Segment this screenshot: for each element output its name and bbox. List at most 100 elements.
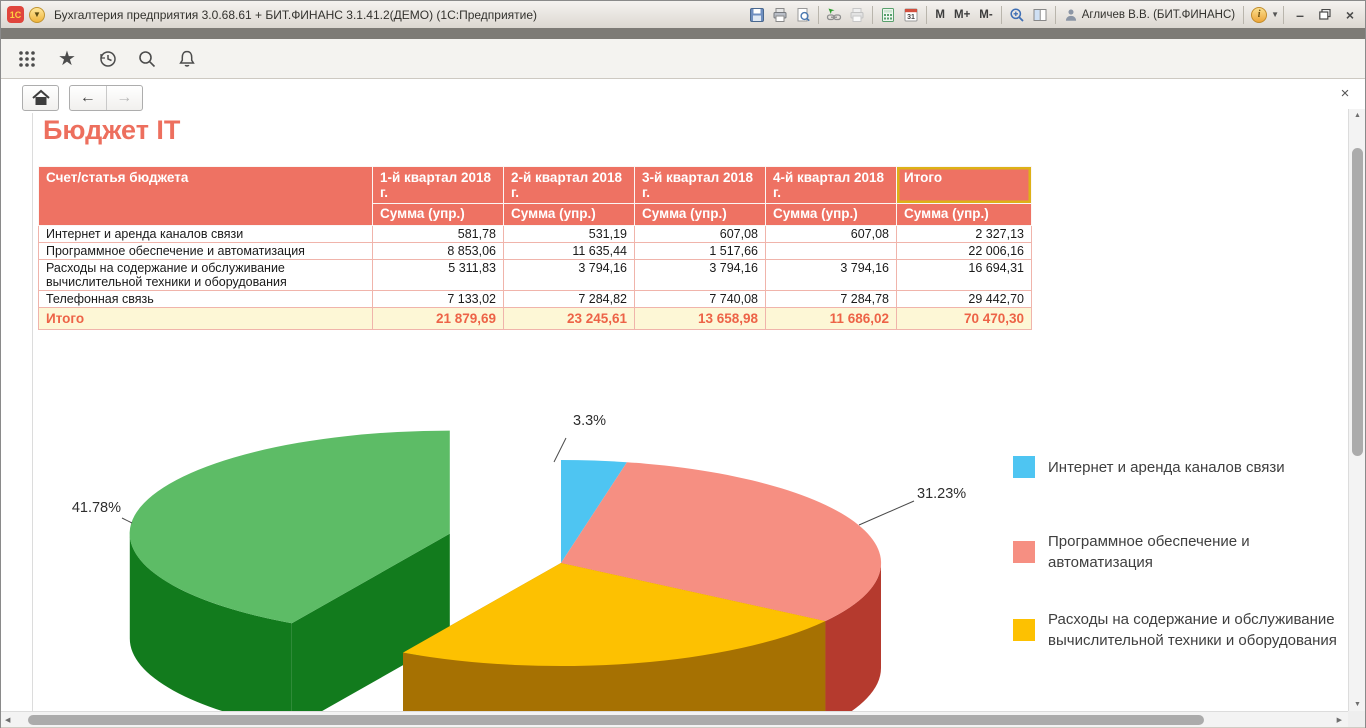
- cell-value[interactable]: 3 794,16: [766, 260, 897, 291]
- legend-item-maintenance[interactable]: Расходы на содержание и обслуживание выч…: [1013, 609, 1343, 651]
- forward-button[interactable]: →: [107, 86, 143, 110]
- memory-plus-button[interactable]: M+: [950, 9, 974, 21]
- cell-value[interactable]: 531,19: [504, 226, 635, 243]
- total-value[interactable]: 70 470,30: [897, 308, 1032, 330]
- separator: [1283, 6, 1284, 24]
- cell-value[interactable]: 581,78: [373, 226, 504, 243]
- cell-value[interactable]: 1 517,66: [635, 243, 766, 260]
- floppy-icon: [749, 7, 765, 23]
- print-disabled-icon[interactable]: [846, 4, 868, 26]
- cell-value[interactable]: 7 740,08: [635, 291, 766, 308]
- svg-text:31: 31: [907, 14, 915, 21]
- header-total-selected-cell[interactable]: Итого: [897, 167, 1032, 204]
- memory-minus-button[interactable]: M-: [975, 9, 996, 21]
- cell-value[interactable]: 7 284,78: [766, 291, 897, 308]
- total-value[interactable]: 13 658,98: [635, 308, 766, 330]
- user-menu[interactable]: Агличев В.В. (БИТ.ФИНАНС): [1060, 8, 1239, 22]
- restore-button[interactable]: [1313, 7, 1337, 23]
- pie-chart[interactable]: [61, 405, 1061, 711]
- back-button[interactable]: ←: [70, 86, 107, 110]
- legend-swatch-maintenance: [1013, 619, 1035, 641]
- row-label[interactable]: Программное обеспечение и автоматизация: [39, 243, 373, 260]
- cell-value[interactable]: 8 853,06: [373, 243, 504, 260]
- scrollbar-corner: [1348, 711, 1365, 727]
- subheader-sum[interactable]: Сумма (упр.): [373, 204, 504, 226]
- header-q2[interactable]: 2-й квартал 2018 г.: [504, 167, 635, 204]
- separator: [926, 6, 927, 24]
- subheader-sum[interactable]: Сумма (упр.): [766, 204, 897, 226]
- subheader-sum[interactable]: Сумма (упр.): [635, 204, 766, 226]
- header-q4[interactable]: 4-й квартал 2018 г.: [766, 167, 897, 204]
- favorites-star-icon[interactable]: ★: [55, 47, 79, 71]
- row-label[interactable]: Телефонная связь: [39, 291, 373, 308]
- cell-value[interactable]: 29 442,70: [897, 291, 1032, 308]
- vertical-scroll-thumb[interactable]: [1352, 148, 1363, 456]
- legend-swatch-software: [1013, 541, 1035, 563]
- cell-value[interactable]: 5 311,83: [373, 260, 504, 291]
- notifications-bell-icon[interactable]: [175, 47, 199, 71]
- main-toolbar: ★: [1, 39, 1365, 79]
- memory-button[interactable]: M: [931, 9, 949, 21]
- navigation-row: ← → ×: [1, 80, 1365, 114]
- total-label[interactable]: Итого: [39, 308, 373, 330]
- total-value[interactable]: 23 245,61: [504, 308, 635, 330]
- cell-value[interactable]: 3 794,16: [504, 260, 635, 291]
- cell-value[interactable]: 7 284,82: [504, 291, 635, 308]
- vertical-scrollbar[interactable]: ▲ ▼: [1348, 109, 1365, 711]
- subheader-sum[interactable]: Сумма (упр.): [504, 204, 635, 226]
- save-icon[interactable]: [746, 4, 768, 26]
- legend-label: Расходы на содержание и обслуживание выч…: [1048, 609, 1343, 651]
- titlebar-shadow-band: [1, 28, 1365, 39]
- legend-item-software[interactable]: Программное обеспечение и автоматизация: [1013, 531, 1343, 573]
- close-form-icon[interactable]: ×: [1335, 83, 1355, 103]
- content-left-border: [32, 113, 33, 711]
- cell-value[interactable]: [766, 243, 897, 260]
- home-icon: [31, 89, 51, 107]
- apps-menu-icon[interactable]: [15, 47, 39, 71]
- search-icon[interactable]: [135, 47, 159, 71]
- info-caret-icon[interactable]: ▼: [1271, 10, 1279, 19]
- user-icon: [1064, 8, 1078, 22]
- window-title: Бухгалтерия предприятия 3.0.68.61 + БИТ.…: [54, 8, 537, 22]
- minimize-button[interactable]: –: [1288, 7, 1312, 23]
- app-logo-icon[interactable]: 1С: [7, 6, 24, 23]
- cell-value[interactable]: 607,08: [635, 226, 766, 243]
- scroll-down-icon[interactable]: ▼: [1349, 701, 1366, 708]
- split-view-icon[interactable]: [1029, 4, 1051, 26]
- scroll-right-icon[interactable]: ▶: [1337, 716, 1342, 724]
- row-label[interactable]: Расходы на содержание и обслуживание выч…: [39, 260, 373, 291]
- cell-value[interactable]: 3 794,16: [635, 260, 766, 291]
- cell-value[interactable]: 16 694,31: [897, 260, 1032, 291]
- history-icon[interactable]: [95, 47, 119, 71]
- cell-value[interactable]: 11 635,44: [504, 243, 635, 260]
- header-account[interactable]: Счет/статья бюджета: [39, 167, 373, 226]
- subheader-sum[interactable]: Сумма (упр.): [897, 204, 1032, 226]
- legend-item-internet[interactable]: Интернет и аренда каналов связи: [1013, 456, 1343, 478]
- calendar-icon[interactable]: 31: [900, 4, 922, 26]
- total-value[interactable]: 11 686,02: [766, 308, 897, 330]
- header-q1[interactable]: 1-й квартал 2018 г.: [373, 167, 504, 204]
- window-titlebar: 1С ▼ Бухгалтерия предприятия 3.0.68.61 +…: [1, 1, 1365, 28]
- print-icon[interactable]: [769, 4, 791, 26]
- header-q3[interactable]: 3-й квартал 2018 г.: [635, 167, 766, 204]
- horizontal-scrollbar[interactable]: ◀ ▶: [1, 711, 1348, 727]
- pie-label-phone: 41.78%: [39, 500, 121, 516]
- scroll-up-icon[interactable]: ▲: [1349, 112, 1366, 119]
- zoom-in-icon[interactable]: [1006, 4, 1028, 26]
- info-icon[interactable]: i: [1248, 4, 1270, 26]
- cell-value[interactable]: 607,08: [766, 226, 897, 243]
- separator: [1243, 6, 1244, 24]
- scroll-left-icon[interactable]: ◀: [5, 716, 10, 724]
- cell-value[interactable]: 2 327,13: [897, 226, 1032, 243]
- calculator-icon[interactable]: [877, 4, 899, 26]
- home-button[interactable]: [22, 85, 59, 111]
- cell-value[interactable]: 22 006,16: [897, 243, 1032, 260]
- attach-link-icon[interactable]: [823, 4, 845, 26]
- total-value[interactable]: 21 879,69: [373, 308, 504, 330]
- row-label[interactable]: Интернет и аренда каналов связи: [39, 226, 373, 243]
- horizontal-scroll-thumb[interactable]: [28, 715, 1204, 725]
- system-menu-dropdown[interactable]: ▼: [29, 7, 45, 23]
- print-preview-icon[interactable]: [792, 4, 814, 26]
- close-button[interactable]: ×: [1338, 7, 1362, 23]
- cell-value[interactable]: 7 133,02: [373, 291, 504, 308]
